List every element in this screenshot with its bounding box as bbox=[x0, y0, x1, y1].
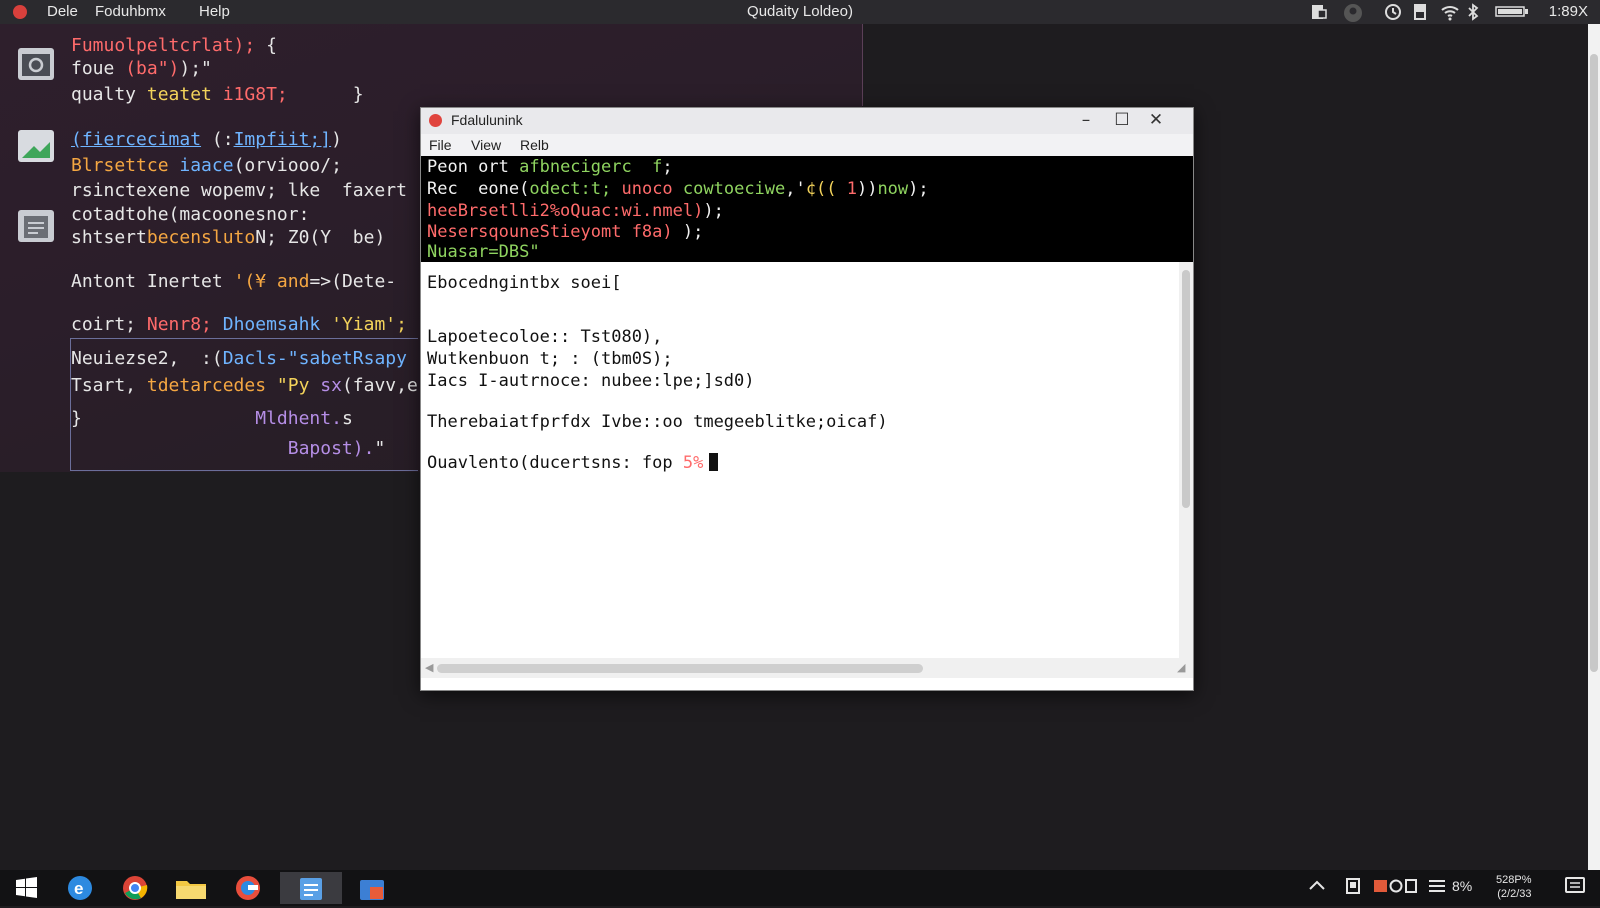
menu-file[interactable]: File bbox=[429, 137, 452, 153]
vertical-scroll-thumb[interactable] bbox=[1182, 270, 1190, 508]
terminal-line: Wutkenbuon t; : (tbm0S); bbox=[427, 349, 673, 369]
code-line: coirt; Nenr8; Dhoemsahk 'Yiam'; bbox=[71, 314, 407, 335]
notification-center-icon[interactable] bbox=[1564, 876, 1586, 899]
terminal-line: Therebaiatfprfdx Ivbe::oo tmegeeblitke;o… bbox=[427, 412, 888, 432]
tablet-icon[interactable] bbox=[1345, 878, 1361, 897]
terminal-output-dark[interactable]: Peon ort afbnecigerc f; Rec eone(odect:t… bbox=[421, 156, 1193, 262]
code-line: Neuiezse2, :(Dacls-"sabetRsapy bbox=[71, 348, 407, 369]
menu-view[interactable]: View bbox=[471, 137, 501, 153]
terminal-prompt[interactable]: Ouavlento(ducertsns: fop 5% bbox=[427, 453, 719, 473]
apple-menu-icon[interactable] bbox=[13, 5, 27, 19]
code-line: Fumuolpeltcrlat); { bbox=[71, 35, 277, 56]
wifi-icon[interactable] bbox=[1440, 3, 1460, 25]
code-line: Bapost)." bbox=[71, 438, 386, 459]
battery-icon[interactable] bbox=[1495, 3, 1529, 23]
text-file-icon[interactable] bbox=[17, 207, 54, 243]
code-line: Blrsettce iaace(orviooo/; bbox=[71, 155, 342, 176]
code-box-border bbox=[70, 470, 418, 471]
code-box-border bbox=[70, 338, 418, 339]
profile-icon[interactable] bbox=[1343, 3, 1363, 27]
code-line: } Mldhent.s bbox=[71, 408, 353, 429]
chrome-icon[interactable] bbox=[113, 872, 157, 904]
horizontal-scrollbar[interactable]: ◀ ◢ bbox=[421, 658, 1193, 678]
chevron-up-icon[interactable] bbox=[1308, 878, 1326, 895]
code-line: qualty teatet i1G8T; } bbox=[71, 84, 364, 105]
scroll-left-icon[interactable]: ◀ bbox=[425, 661, 433, 674]
terminal-line: Ebocedngintbx soei[ bbox=[427, 273, 622, 293]
taskbar-clock[interactable]: 528P% (2/2/33 bbox=[1496, 873, 1531, 901]
editor-divider bbox=[862, 24, 863, 106]
terminal-line: Peon ort afbnecigerc f; bbox=[427, 157, 673, 177]
code-box-border bbox=[70, 338, 71, 471]
menu-help[interactable]: Help bbox=[199, 3, 230, 20]
resize-grip-icon[interactable]: ◢ bbox=[1177, 661, 1185, 674]
code-line: Tsart, tdetarcedes "Py sx(favv,e bbox=[71, 375, 418, 396]
terminal-line: heeBrsetlli2%oQuac:wi.nmel)); bbox=[427, 201, 724, 221]
clipboard-icon[interactable] bbox=[1310, 3, 1328, 25]
menubar-clock[interactable]: 1:89X bbox=[1549, 3, 1588, 20]
windows-start-icon[interactable] bbox=[4, 872, 48, 904]
camera-file-icon[interactable] bbox=[17, 45, 54, 81]
menu-relb[interactable]: Relb bbox=[520, 137, 549, 153]
terminal-output-light[interactable]: Ebocedngintbx soei[ Lapoetecoloe:: Tst08… bbox=[421, 262, 1179, 658]
terminal-line: Lapoetecoloe:: Tst080), bbox=[427, 327, 663, 347]
horizontal-scroll-thumb[interactable] bbox=[437, 664, 923, 673]
file-explorer-icon[interactable] bbox=[169, 872, 213, 904]
maximize-icon[interactable]: ☐ bbox=[1107, 110, 1137, 130]
page-scroll-thumb[interactable] bbox=[1590, 54, 1598, 672]
code-line: rsinctexene wopemv; lke faxert bbox=[71, 180, 407, 201]
terminal-title: Fdalulunink bbox=[451, 112, 523, 128]
close-icon[interactable]: ✕ bbox=[1141, 110, 1171, 130]
vertical-scrollbar[interactable] bbox=[1179, 262, 1193, 658]
browser-g-icon[interactable] bbox=[226, 872, 270, 904]
bluetooth-icon[interactable] bbox=[1466, 3, 1480, 25]
minimize-icon[interactable]: – bbox=[1071, 110, 1101, 130]
terminal-window: Fdalulunink – ☐ ✕ File View Relb Peon or… bbox=[420, 107, 1194, 691]
terminal-line: Rec eone(odect:t; unoco cowtoeciwe,'¢(( … bbox=[427, 179, 929, 199]
menu-foduhbmx[interactable]: Foduhbmx bbox=[95, 3, 166, 20]
code-line: foue (ba"));" bbox=[71, 58, 212, 79]
menu-dele[interactable]: Dele bbox=[47, 3, 78, 20]
notes-tray-icon[interactable] bbox=[1428, 878, 1446, 897]
notes-app-icon[interactable] bbox=[280, 872, 342, 904]
internet-explorer-icon[interactable]: e bbox=[58, 872, 102, 904]
store-icon[interactable] bbox=[350, 872, 394, 904]
code-line: shtsertbecenslutoN; Z0(Y be) bbox=[71, 227, 386, 248]
terminal-titlebar[interactable]: Fdalulunink – ☐ ✕ bbox=[421, 108, 1193, 134]
clock-icon[interactable] bbox=[1384, 3, 1402, 25]
image-file-icon[interactable] bbox=[17, 127, 54, 163]
page-scrollbar[interactable] bbox=[1588, 24, 1600, 870]
code-line: Antont Inertet '(¥ and=>(Dete- bbox=[71, 271, 397, 292]
antivirus-icon[interactable] bbox=[1374, 878, 1428, 897]
close-dot-icon[interactable] bbox=[429, 114, 442, 127]
svg-text:e: e bbox=[74, 879, 83, 898]
text-cursor bbox=[709, 453, 719, 471]
terminal-menubar: File View Relb bbox=[421, 134, 1193, 156]
taskbar: e 8% 528P% (2/2/33 bbox=[0, 870, 1600, 906]
terminal-line: Iacs I-autrnoce: nubee:lpe;]sd0) bbox=[427, 371, 755, 391]
terminal-line: NesersqouneStieyomt f8a) ); bbox=[427, 222, 704, 242]
top-menubar: Dele Foduhbmx Help Qudaity Loldeo) 1:89X bbox=[0, 0, 1600, 24]
tray-percent[interactable]: 8% bbox=[1452, 878, 1472, 894]
document-icon[interactable] bbox=[1412, 3, 1428, 25]
code-line: (fiercecimat (:Impfiit;]) bbox=[71, 129, 342, 150]
terminal-line: Nuasar=DBS" bbox=[427, 242, 540, 262]
code-line: cotadtohe(macoonesnor: bbox=[71, 204, 310, 225]
